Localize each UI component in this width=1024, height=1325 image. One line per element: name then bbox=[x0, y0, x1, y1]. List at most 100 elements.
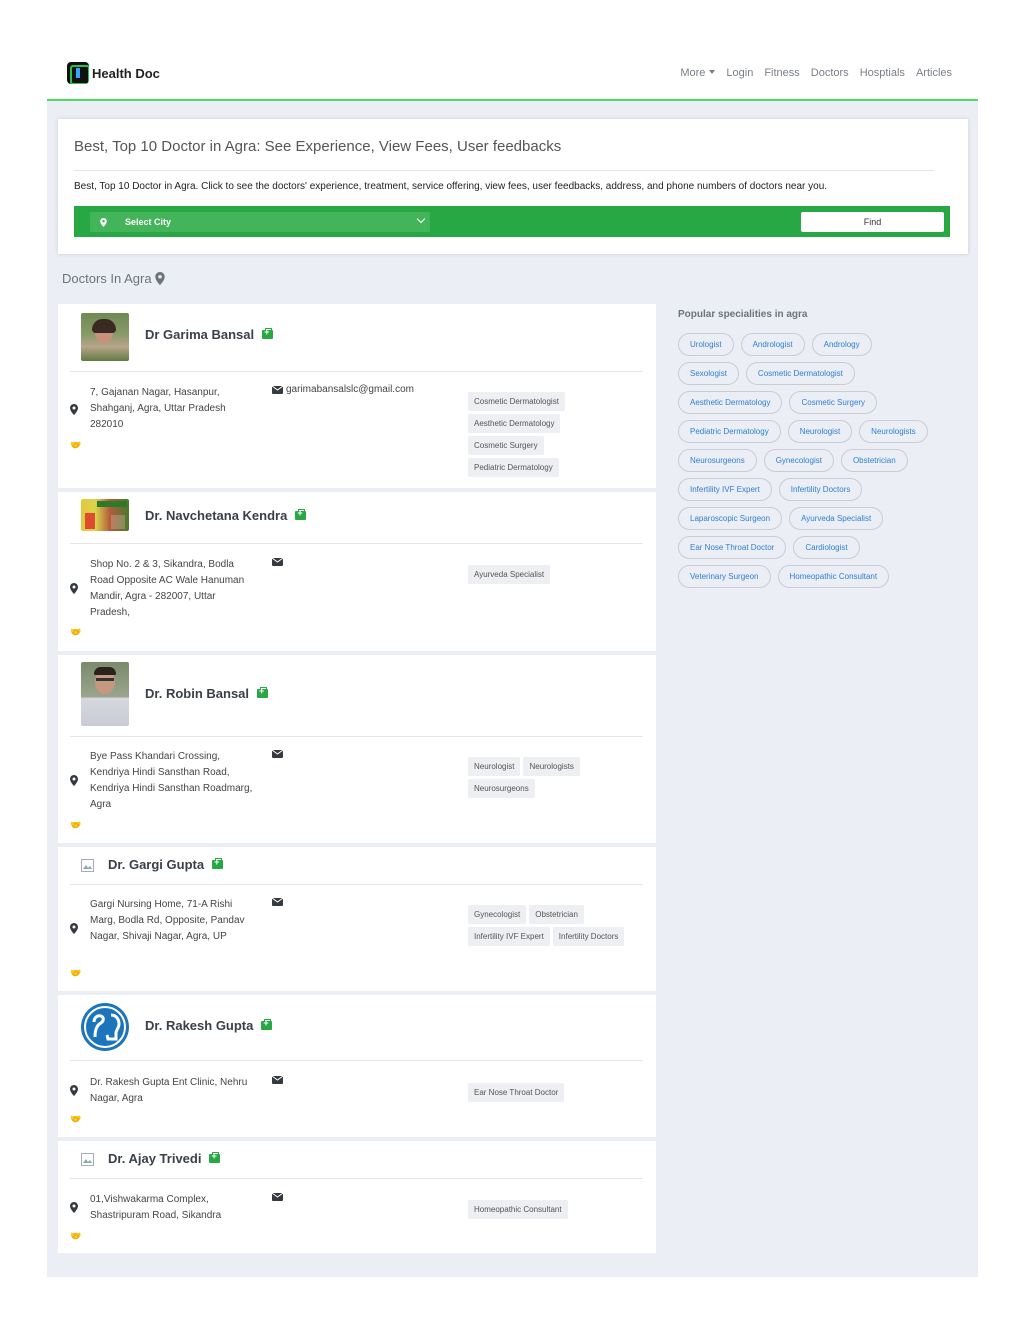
medical-kit-icon bbox=[257, 686, 269, 698]
top-navbar: Health Doc More Login Fitness Doctors Ho… bbox=[47, 0, 978, 101]
find-button[interactable]: Find bbox=[801, 212, 944, 232]
doctor-photo[interactable] bbox=[81, 662, 129, 726]
doctor-address: Shop No. 2 & 3, Sikandra, Bodla Road Opp… bbox=[90, 559, 245, 618]
city-select-label: Select City bbox=[125, 217, 172, 227]
speciality-pill-veterinary-surgeon[interactable]: Veterinary Surgeon bbox=[678, 565, 771, 588]
doctor-card[interactable]: Dr. Gargi Gupta Gargi Nursing Home, 71-A… bbox=[58, 847, 656, 991]
specialty-tag[interactable]: Obstetrician bbox=[529, 905, 584, 924]
doctor-card[interactable]: Dr. Ajay Trivedi 01,Vishwakarma Complex,… bbox=[58, 1141, 656, 1253]
nav-more[interactable]: More bbox=[680, 67, 716, 79]
speciality-pill-andrologist[interactable]: Andrologist bbox=[740, 333, 805, 356]
specialty-tag[interactable]: Aesthetic Dermatology bbox=[468, 414, 561, 433]
nav-fitness[interactable]: Fitness bbox=[764, 67, 799, 79]
speciality-pill-infertility-ivf-expert[interactable]: Infertility IVF Expert bbox=[678, 478, 772, 501]
doctor-email[interactable] bbox=[272, 1076, 283, 1084]
speciality-pill-cosmetic-dermatologist[interactable]: Cosmetic Dermatologist bbox=[745, 362, 855, 385]
doctor-email[interactable] bbox=[272, 898, 283, 906]
handshake-icon: 🤝 bbox=[70, 820, 82, 830]
specialty-tags: Ayurveda Specialist bbox=[468, 565, 648, 584]
speciality-pill-andrology[interactable]: Andrology bbox=[811, 333, 872, 356]
doctor-name[interactable]: Dr. Gargi Gupta bbox=[108, 857, 224, 872]
nav-articles[interactable]: Articles bbox=[916, 67, 952, 79]
doctor-email[interactable] bbox=[272, 558, 283, 566]
city-select[interactable]: Select City bbox=[90, 212, 430, 232]
speciality-pill-neurologist[interactable]: Neurologist bbox=[787, 420, 853, 443]
city-finder-bar: Select City Find bbox=[74, 206, 950, 237]
doctor-card[interactable]: Dr. Navchetana Kendra Shop No. 2 & 3, Si… bbox=[58, 492, 656, 651]
specialty-tag[interactable]: Ayurveda Specialist bbox=[468, 565, 551, 584]
doctor-name[interactable]: Dr. Robin Bansal bbox=[145, 686, 269, 701]
medical-kit-icon bbox=[209, 1151, 221, 1163]
nav-login[interactable]: Login bbox=[726, 67, 753, 79]
map-pin-icon bbox=[70, 404, 78, 415]
broken-image-icon bbox=[81, 859, 94, 872]
doctor-card[interactable]: Dr. Robin Bansal Bye Pass Khandari Cross… bbox=[58, 655, 656, 843]
map-pin-icon bbox=[100, 217, 107, 227]
handshake-icon: 🤝 bbox=[70, 968, 82, 978]
speciality-pill-obstetrician[interactable]: Obstetrician bbox=[840, 449, 908, 472]
speciality-pill-laparoscopic-surgeon[interactable]: Laparoscopic Surgeon bbox=[678, 507, 783, 530]
speciality-pill-ent-doctor[interactable]: Ear Nose Throat Doctor bbox=[678, 536, 787, 559]
specialty-tag[interactable]: Infertility IVF Expert bbox=[468, 927, 550, 946]
speciality-pill-cosmetic-surgery[interactable]: Cosmetic Surgery bbox=[789, 391, 878, 414]
page-title: Best, Top 10 Doctor in Agra: See Experie… bbox=[74, 138, 562, 155]
divider bbox=[70, 371, 643, 372]
doctor-email[interactable] bbox=[272, 1193, 283, 1201]
envelope-icon bbox=[272, 898, 283, 906]
speciality-pill-homeopathic-consultant[interactable]: Homeopathic Consultant bbox=[777, 565, 890, 588]
main-content: Best, Top 10 Doctor in Agra: See Experie… bbox=[47, 101, 978, 1277]
page-description: Best, Top 10 Doctor in Agra. Click to se… bbox=[74, 181, 828, 192]
divider bbox=[70, 1178, 643, 1179]
specialty-tag[interactable]: Neurologist bbox=[468, 757, 521, 776]
nav-doctors[interactable]: Doctors bbox=[811, 67, 849, 79]
specialty-tag[interactable]: Homeopathic Consultant bbox=[468, 1200, 568, 1219]
doctor-card[interactable]: Dr. Rakesh Gupta Dr. Rakesh Gupta Ent Cl… bbox=[58, 995, 656, 1137]
speciality-pill-aesthetic-dermatology[interactable]: Aesthetic Dermatology bbox=[678, 391, 783, 414]
handshake-icon: 🤝 bbox=[70, 1231, 82, 1241]
specialty-tag[interactable]: Neurosurgeons bbox=[468, 779, 535, 798]
specialty-tags: Ear Nose Throat Doctor bbox=[468, 1083, 648, 1102]
doctor-photo[interactable] bbox=[81, 313, 129, 361]
speciality-pill-neurologists[interactable]: Neurologists bbox=[859, 420, 928, 443]
broken-image-icon bbox=[81, 1153, 94, 1166]
doctor-card[interactable]: Dr Garima Bansal 7, Gajanan Nagar, Hasan… bbox=[58, 304, 656, 488]
envelope-icon bbox=[272, 558, 283, 566]
specialty-tags: Neurologist Neurologists Neurosurgeons bbox=[468, 757, 598, 798]
speciality-pill-pediatric-dermatology[interactable]: Pediatric Dermatology bbox=[678, 420, 781, 443]
map-pin-icon bbox=[70, 1202, 78, 1213]
speciality-pill-gynecologist[interactable]: Gynecologist bbox=[763, 449, 834, 472]
speciality-pill-neurosurgeons[interactable]: Neurosurgeons bbox=[678, 449, 757, 472]
doctor-email[interactable] bbox=[272, 750, 283, 758]
doctor-email[interactable]: garimabansalslc@gmail.com bbox=[272, 384, 414, 395]
speciality-pill-infertility-doctors[interactable]: Infertility Doctors bbox=[778, 478, 863, 501]
doctor-name[interactable]: Dr. Ajay Trivedi bbox=[108, 1151, 221, 1166]
speciality-pill-sexologist[interactable]: Sexologist bbox=[678, 362, 739, 385]
brand-logo[interactable]: Health Doc bbox=[67, 62, 160, 84]
doctor-photo[interactable] bbox=[81, 499, 129, 531]
map-pin-icon bbox=[70, 775, 78, 786]
specialty-tag[interactable]: Cosmetic Dermatologist bbox=[468, 392, 565, 411]
doctor-address: Dr. Rakesh Gupta Ent Clinic, Nehru Nagar… bbox=[90, 1077, 248, 1104]
specialty-tag[interactable]: Pediatric Dermatology bbox=[468, 458, 559, 477]
doctor-logo[interactable] bbox=[81, 1003, 129, 1051]
specialty-tag[interactable]: Gynecologist bbox=[468, 905, 527, 924]
doctor-name[interactable]: Dr Garima Bansal bbox=[145, 327, 274, 342]
speciality-pill-ayurveda-specialist[interactable]: Ayurveda Specialist bbox=[789, 507, 884, 530]
specialty-tag[interactable]: Neurologists bbox=[523, 757, 580, 776]
speciality-pill-cardiologist[interactable]: Cardiologist bbox=[793, 536, 860, 559]
specialty-tag[interactable]: Infertility Doctors bbox=[552, 927, 625, 946]
popular-specialities-sidebar: Popular specialities in agra Urologist A… bbox=[678, 309, 938, 588]
envelope-icon bbox=[272, 1193, 283, 1201]
divider bbox=[70, 1060, 643, 1061]
medical-kit-icon bbox=[295, 508, 307, 520]
doctor-address: 7, Gajanan Nagar, Hasanpur, Shahganj, Ag… bbox=[90, 387, 226, 430]
speciality-pill-urologist[interactable]: Urologist bbox=[678, 333, 734, 356]
doctor-name[interactable]: Dr. Navchetana Kendra bbox=[145, 508, 307, 523]
envelope-icon bbox=[272, 750, 283, 758]
specialty-tag[interactable]: Cosmetic Surgery bbox=[468, 436, 544, 455]
nav-hospitals[interactable]: Hosptials bbox=[860, 67, 905, 79]
doctor-name[interactable]: Dr. Rakesh Gupta bbox=[145, 1018, 273, 1033]
divider bbox=[70, 884, 643, 885]
specialty-tag[interactable]: Ear Nose Throat Doctor bbox=[468, 1083, 565, 1102]
doctor-address: Bye Pass Khandari Crossing, Kendriya Hin… bbox=[90, 751, 253, 810]
